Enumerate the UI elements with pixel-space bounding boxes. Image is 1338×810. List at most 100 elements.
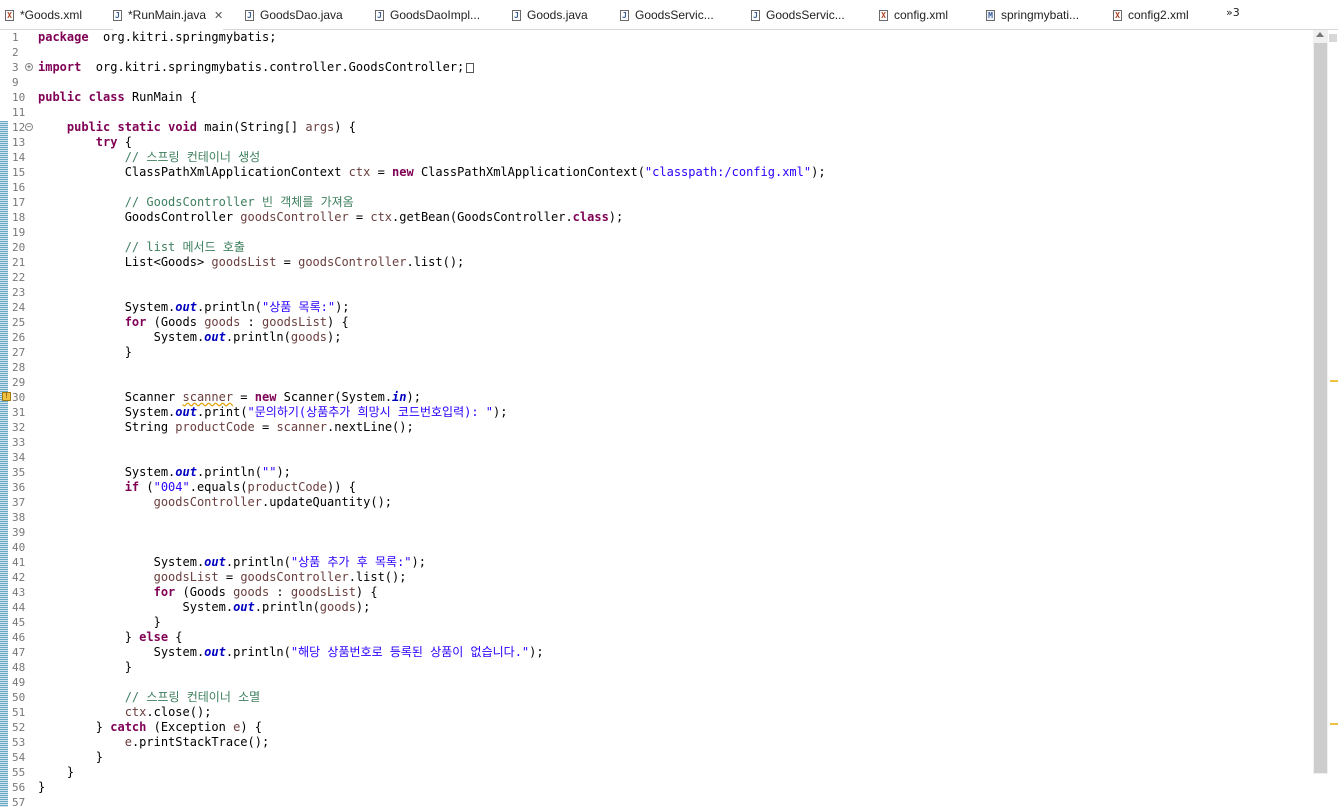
code-token: System. (38, 300, 176, 314)
line-number: 26 (12, 331, 26, 344)
code-token: try (95, 135, 118, 149)
warning-marker[interactable] (1330, 380, 1338, 382)
code-text: System.out.println(goods); (38, 330, 342, 345)
code-token: "해당 상품번호로 등록된 상품이 없습니다." (290, 645, 530, 659)
code-token: ctx (370, 210, 393, 224)
code-text: public class RunMain { (38, 90, 197, 105)
tab-label: GoodsDaoImpl... (390, 8, 481, 22)
code-text: // 스프링 컨테이너 소멸 (38, 690, 260, 705)
code-text: } (38, 750, 103, 765)
line-number: 37 (12, 496, 26, 509)
code-token: for (124, 315, 147, 329)
vertical-scrollbar[interactable] (1313, 30, 1328, 774)
code-text: try { (38, 135, 132, 150)
code-token: "" (262, 465, 277, 479)
code-token: .equals( (189, 480, 248, 494)
code-token: .println( (225, 330, 291, 344)
java-file-icon: J (245, 9, 254, 21)
code-token: .println( (254, 600, 320, 614)
code-text: System.out.println("상품 추가 후 목록:"); (38, 555, 426, 570)
tab-runmain-java[interactable]: J *RunMain.java ✕ (113, 0, 224, 30)
line-number: 36 (12, 481, 26, 494)
code-token: out (233, 600, 255, 614)
code-token: // GoodsController 빈 객체를 가져옴 (124, 195, 354, 209)
code-token: new (392, 165, 414, 179)
line-number: 10 (12, 91, 26, 104)
line-number: 39 (12, 526, 26, 539)
folded-imports-icon[interactable] (466, 62, 475, 73)
scroll-up-icon[interactable] (1316, 32, 1324, 37)
tab-springmybati[interactable]: Mspringmybati... (986, 0, 1079, 30)
code-token: { (168, 630, 183, 644)
java-file-icon: J (375, 9, 384, 21)
code-token: System. (38, 600, 234, 614)
code-token: goodsList (290, 585, 356, 599)
code-token: "classpath:/config.xml" (644, 165, 812, 179)
line-number: 9 (12, 76, 19, 89)
code-token: goodsController (240, 210, 349, 224)
code-text: System.out.println(""); (38, 465, 291, 480)
line-number: 52 (12, 721, 26, 734)
code-token: productCode (175, 420, 255, 434)
code-token: goodsList (262, 315, 328, 329)
code-token: // 스프링 컨테이너 소멸 (124, 690, 261, 704)
line-number: 2 (12, 46, 19, 59)
tab-goodsservic[interactable]: J GoodsServic... (620, 0, 714, 30)
code-text: ClassPathXmlApplicationContext ctx = new… (38, 165, 826, 180)
code-token: = (254, 420, 277, 434)
code-text: e.printStackTrace(); (38, 735, 270, 750)
tab-overflow-button[interactable]: »3 (1226, 6, 1240, 19)
tab-goodsdaoimpl[interactable]: J GoodsDaoImpl... (375, 0, 480, 30)
tab-label: config2.xml (1128, 8, 1189, 22)
code-token: "상품 목록:" (262, 300, 336, 314)
code-editor[interactable]: 1 package org.kitri.springmybatis; 2 3 + impo… (0, 30, 1338, 809)
code-token: // 스프링 컨테이너 생성 (124, 150, 261, 164)
code-token: new (254, 390, 277, 404)
tab-goods-java[interactable]: J Goods.java (512, 0, 588, 30)
code-token: String (38, 420, 176, 434)
code-token: // list 메서드 호출 (124, 240, 245, 254)
code-text: String productCode = scanner.nextLine(); (38, 420, 414, 435)
code-token: System. (38, 330, 205, 344)
line-number: 13 (12, 136, 26, 149)
tab-goodsservic[interactable]: J GoodsServic... (751, 0, 845, 30)
close-tab-icon[interactable]: ✕ (214, 9, 223, 22)
code-token: scanner (182, 390, 234, 404)
warning-icon[interactable]: ! (2, 392, 11, 401)
code-token: } (38, 345, 132, 359)
collapse-fold-icon[interactable]: − (25, 123, 33, 131)
tab-config-xml[interactable]: Xconfig.xml (879, 0, 948, 30)
tab-goods-xml[interactable]: X *Goods.xml (5, 0, 82, 30)
code-token: System. (38, 555, 205, 569)
line-number: 17 (12, 196, 26, 209)
expand-fold-icon[interactable]: + (25, 63, 33, 71)
tab-config2-xml[interactable]: Xconfig2.xml (1113, 0, 1189, 30)
code-token: .nextLine(); (327, 420, 414, 434)
code-text: // 스프링 컨테이너 생성 (38, 150, 260, 165)
code-token: : (240, 315, 262, 329)
code-token: ClassPathXmlApplicationContext( (413, 165, 645, 179)
code-text: // GoodsController 빈 객체를 가져옴 (38, 195, 354, 210)
code-token: in (392, 390, 407, 404)
code-text: // list 메서드 호출 (38, 240, 245, 255)
line-number: 43 (12, 586, 26, 599)
code-text: for (Goods goods : goodsList) { (38, 585, 378, 600)
code-token: )) { (327, 480, 356, 494)
code-token: package (38, 30, 89, 44)
line-number: 18 (12, 211, 26, 224)
overview-ruler[interactable] (1328, 30, 1338, 807)
code-text: } else { (38, 630, 183, 645)
code-token: List<Goods> (38, 255, 212, 269)
code-token: main(String[] (197, 120, 306, 134)
tab-label: config.xml (894, 8, 949, 22)
line-number: 49 (12, 676, 26, 689)
tab-goodsdao-java[interactable]: J GoodsDao.java (245, 0, 343, 30)
warning-marker[interactable] (1330, 723, 1338, 725)
code-token: out (204, 645, 226, 659)
scrollbar-thumb[interactable] (1314, 43, 1327, 773)
line-number: 20 (12, 241, 26, 254)
